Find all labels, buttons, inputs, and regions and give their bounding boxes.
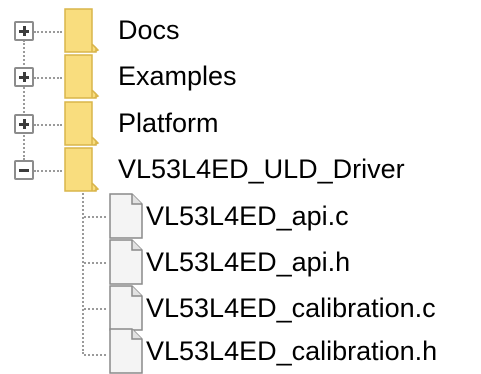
plus-icon[interactable] — [14, 114, 34, 134]
folder-icon — [64, 147, 100, 192]
tree-node-platform[interactable]: Platform — [0, 101, 240, 147]
folder-icon — [64, 54, 100, 99]
plus-icon[interactable] — [14, 21, 34, 41]
folder-icon — [64, 101, 100, 146]
tree-node-label: VL53L4ED_api.h — [146, 247, 351, 277]
file-icon — [109, 193, 143, 239]
tree-node-label: Docs — [118, 15, 180, 45]
minus-icon[interactable] — [14, 160, 34, 180]
file-icon — [109, 239, 143, 285]
tree-node-examples[interactable]: Examples — [0, 54, 260, 100]
tree-node-label: Platform — [118, 108, 219, 138]
tree-node-label: VL53L4ED_calibration.h — [146, 336, 438, 366]
file-tree: Docs Examples Platform VL53L4ED_ULD_Driv… — [0, 0, 481, 374]
tree-node-label: VL53L4ED_ULD_Driver — [118, 154, 405, 184]
tree-node-driver[interactable]: VL53L4ED_ULD_Driver — [0, 147, 470, 193]
tree-node-docs[interactable]: Docs — [0, 8, 200, 54]
tree-node-label: VL53L4ED_calibration.c — [146, 293, 436, 323]
file-icon — [109, 328, 143, 374]
tree-node-file-api-c[interactable]: VL53L4ED_api.c — [0, 193, 420, 239]
tree-node-label: Examples — [118, 61, 237, 91]
tree-node-file-calibration-h[interactable]: VL53L4ED_calibration.h — [0, 328, 478, 374]
tree-node-file-api-h[interactable]: VL53L4ED_api.h — [0, 239, 420, 285]
tree-node-label: VL53L4ED_api.c — [146, 201, 349, 231]
folder-icon — [64, 8, 100, 53]
file-icon — [109, 285, 143, 331]
plus-icon[interactable] — [14, 67, 34, 87]
tree-node-file-calibration-c[interactable]: VL53L4ED_calibration.c — [0, 285, 478, 331]
